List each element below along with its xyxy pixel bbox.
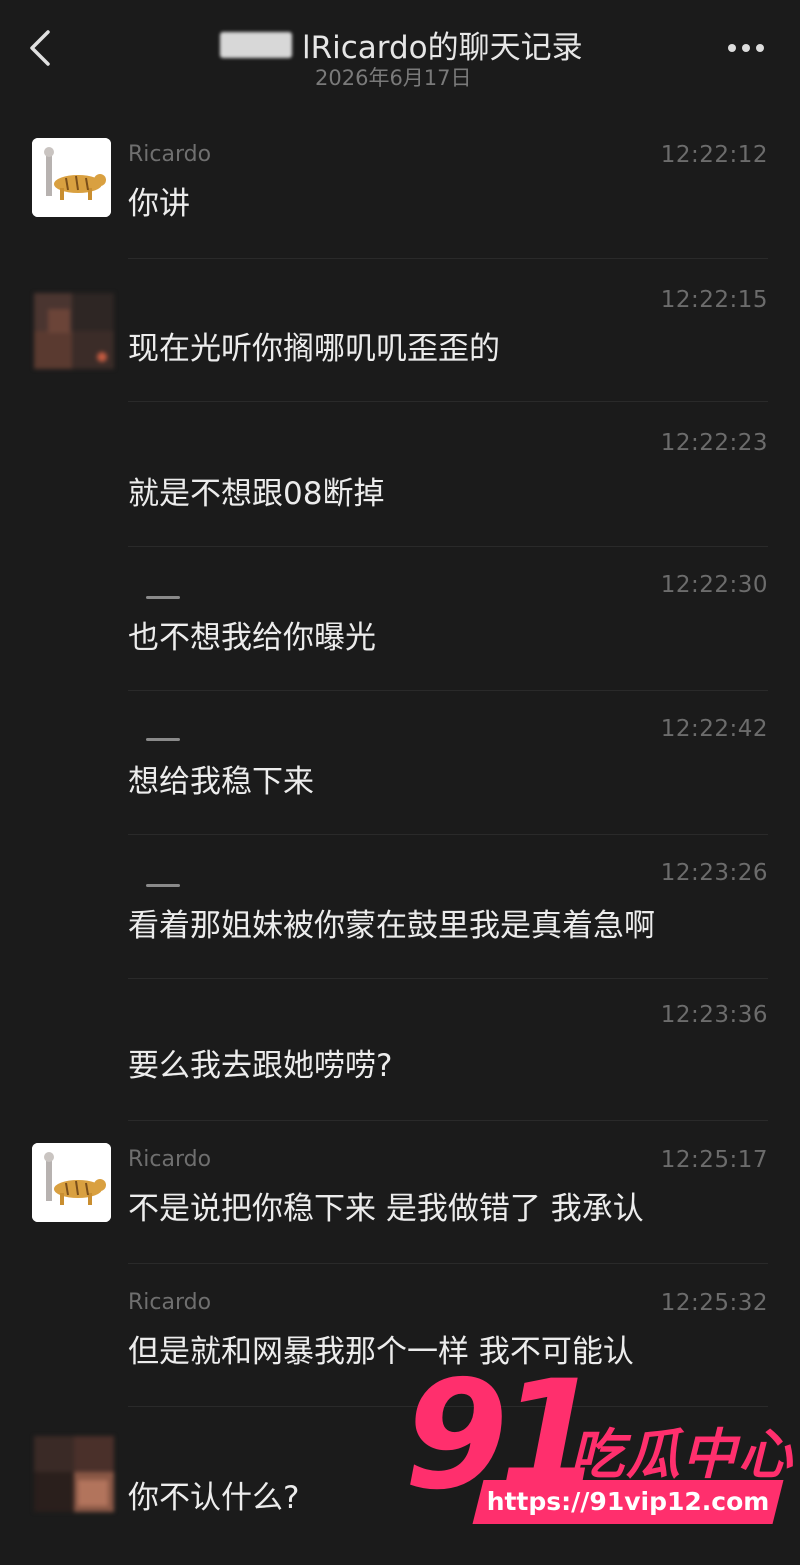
redacted-sender (146, 884, 180, 887)
message-time: 12:22:30 (660, 572, 768, 598)
redacted-name (220, 32, 292, 58)
message-text: 要么我去跟她唠唠? (128, 1048, 393, 1084)
message-item: 12:23:36 要么我去跟她唠唠? (0, 994, 800, 1124)
divider (128, 258, 768, 259)
message-text: 你不认什么? (128, 1480, 300, 1516)
blurred-avatar-icon (34, 1436, 114, 1512)
divider (128, 1263, 768, 1264)
divider (128, 546, 768, 547)
avatar[interactable] (34, 293, 114, 369)
message-text: 看着那姐妹被你蒙在鼓里我是真着急啊 (128, 908, 655, 944)
message-time: 12:22:42 (660, 716, 768, 742)
message-time: 12:23:36 (660, 1002, 768, 1028)
divider (128, 834, 768, 835)
tiger-avatar-icon (32, 138, 111, 217)
message-time: 12:22:15 (660, 287, 768, 313)
message-item: 12:22:30 也不想我给你曝光 (0, 562, 800, 692)
message-text: 也不想我给你曝光 (128, 620, 376, 656)
message-item: 12:22:42 想给我稳下来 (0, 706, 800, 836)
message-time: 12:25:32 (660, 1290, 768, 1316)
more-options-button[interactable] (716, 30, 776, 64)
more-dot (756, 44, 764, 52)
more-dot (742, 44, 750, 52)
avatar[interactable] (34, 1436, 114, 1512)
blurred-avatar-icon (34, 293, 114, 369)
message-time: 12:25:17 (660, 1147, 768, 1173)
site-watermark: 91 吃瓜中心 https://91vip12.com (398, 1356, 792, 1530)
message-text: 不是说把你稳下来 是我做错了 我承认 (128, 1191, 644, 1227)
back-button[interactable] (22, 26, 62, 70)
message-text: 现在光听你搁哪叽叽歪歪的 (128, 331, 500, 367)
message-time: 12:22:12 (660, 142, 768, 168)
watermark-brand: 吃瓜中心 (570, 1423, 794, 1486)
avatar[interactable] (32, 138, 111, 217)
message-text: 你讲 (128, 186, 190, 222)
divider (128, 690, 768, 691)
tiger-avatar-icon (32, 1143, 111, 1222)
divider (128, 1120, 768, 1121)
sender-name: Ricardo (128, 1290, 212, 1315)
message-item: Ricardo 12:25:17 不是说把你稳下来 是我做错了 我承认 (0, 1135, 800, 1265)
chat-history-header: lRicardo的聊天记录 2026年6月17日 (0, 0, 800, 110)
message-text: 就是不想跟08断掉 (128, 476, 385, 512)
watermark-url: https://91vip12.com (486, 1487, 770, 1516)
divider (128, 401, 768, 402)
more-dots-icon (728, 44, 736, 52)
redacted-sender (146, 596, 180, 599)
chat-date: 2026年6月17日 (315, 66, 472, 90)
message-item: 12:22:23 就是不想跟08断掉 (0, 418, 800, 548)
message-time: 12:22:23 (660, 430, 768, 456)
watermark-url-banner: https://91vip12.com (472, 1480, 784, 1524)
message-item: 12:23:26 看着那姐妹被你蒙在鼓里我是真着急啊 (0, 850, 800, 980)
redacted-sender (146, 738, 180, 741)
message-item: 12:22:15 现在光听你搁哪叽叽歪歪的 (0, 273, 800, 403)
avatar[interactable] (32, 1143, 111, 1222)
message-item: Ricardo 12:22:12 你讲 (0, 130, 800, 260)
page-title: lRicardo的聊天记录 (302, 30, 583, 66)
message-time: 12:23:26 (660, 860, 768, 886)
sender-name: Ricardo (128, 1147, 212, 1172)
message-text: 想给我稳下来 (128, 764, 314, 800)
chevron-left-icon (30, 30, 50, 66)
divider (128, 978, 768, 979)
sender-name: Ricardo (128, 142, 212, 167)
